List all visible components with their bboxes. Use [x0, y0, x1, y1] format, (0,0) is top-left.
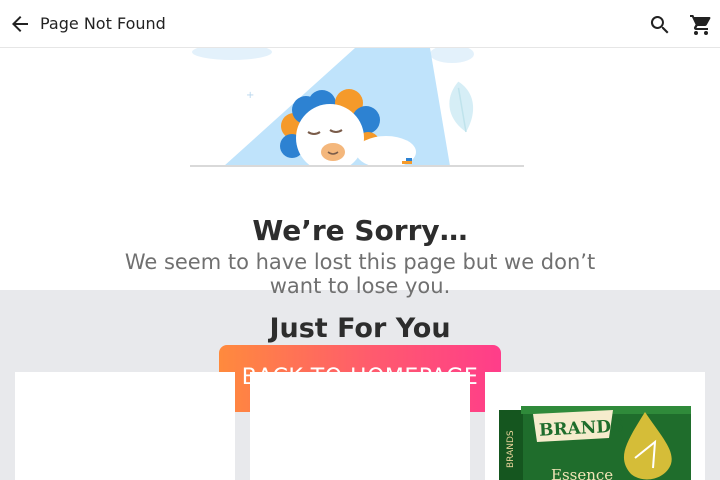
product-card[interactable]: [15, 372, 235, 480]
error-message: We seem to have lost this page but we do…: [124, 250, 596, 298]
recommendations-heading: Just For You: [269, 313, 451, 344]
top-app-bar: Page Not Found: [0, 0, 720, 48]
sleeping-lion-illustration: +: [190, 48, 524, 170]
search-button[interactable]: [646, 11, 674, 39]
svg-text:BRANDS: BRANDS: [506, 430, 516, 468]
product-card[interactable]: [250, 372, 470, 480]
back-button[interactable]: [6, 10, 34, 38]
svg-text:Essence: Essence: [551, 466, 613, 480]
product-card[interactable]: BRANDS BRANDS Essence: [485, 372, 705, 480]
brands-essence-product-image: BRANDS BRANDS Essence: [485, 372, 705, 480]
svg-text:+: +: [246, 90, 254, 101]
arrow-left-icon: [12, 16, 28, 32]
error-heading: We’re Sorry…: [252, 214, 468, 247]
cart-button[interactable]: [688, 11, 714, 39]
cart-icon: [690, 15, 711, 35]
page-title: Page Not Found: [40, 14, 166, 33]
search-icon: [650, 16, 669, 34]
